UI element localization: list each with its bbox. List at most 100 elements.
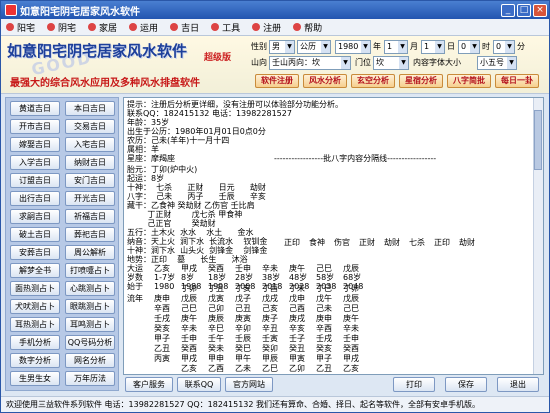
hour-select[interactable]: 0 ▼ (458, 40, 480, 54)
sidebar-item-shouji[interactable]: 手机分析 (10, 335, 60, 350)
sidebar-item-jiemeng[interactable]: 解梦全书 (10, 263, 60, 278)
fengshui-analysis-button[interactable]: 风水分析 (303, 74, 347, 88)
sidebar-item-kaishi[interactable]: 开市吉日 (10, 119, 60, 134)
sidebar-item-jiaoyi[interactable]: 交易吉日 (65, 119, 115, 134)
sidebar-item-qifu[interactable]: 祈福吉日 (65, 209, 115, 224)
close-button[interactable]: × (533, 3, 547, 17)
customer-service-button[interactable]: 客户服务 (125, 377, 173, 392)
menu-jiaju[interactable]: 家居 (83, 19, 124, 36)
sidebar-item-penti[interactable]: 打喷嚏占卜 (65, 263, 115, 278)
sidebar-item-erming[interactable]: 耳鸣测占卜 (65, 317, 115, 332)
sidebar-item-nacai[interactable]: 纳财吉日 (65, 155, 115, 170)
sidebar-item-zhougong[interactable]: 周公解析 (65, 245, 115, 260)
row-label: 大运 (127, 264, 143, 273)
exit-button[interactable]: 退出 (497, 377, 539, 392)
sidebar-item-wangming[interactable]: 网名分析 (65, 353, 115, 368)
sidebar-item-ruxue[interactable]: 入学吉日 (10, 155, 60, 170)
sidebar-item-erre[interactable]: 耳热测占卜 (10, 317, 60, 332)
contact-qq-button[interactable]: 联系QQ (177, 377, 221, 392)
chevron-down-icon: ▼ (321, 41, 330, 53)
liunian-column: 丁巳 戊午 己未 庚申 辛酉 壬戌 癸亥 甲子 乙丑 丙寅 (316, 284, 332, 373)
mountain-select[interactable]: 壬山丙向：坎 ▼ (269, 56, 351, 70)
sidebar-item-anzang[interactable]: 安葬吉日 (10, 245, 60, 260)
sidebar-item-huangdao[interactable]: 黄道吉日 (10, 101, 60, 116)
menu-jiri[interactable]: 吉日 (165, 19, 206, 36)
calendar-type-select[interactable]: 公历 ▼ (297, 40, 331, 54)
sidebar-item-ruzhai[interactable]: 入宅吉日 (65, 137, 115, 152)
menu-gongju[interactable]: 工具 (206, 19, 247, 36)
menu-label: 注册 (263, 23, 282, 34)
door-label: 门位 (355, 58, 371, 67)
chevron-down-icon: ▼ (435, 41, 444, 53)
banner-subtitle: 最强大的综合风水应用及多种风水排盘软件 (10, 78, 200, 89)
table-cell: 28岁 (235, 273, 254, 282)
sidebar-item-wannianli[interactable]: 万年历法 (65, 371, 115, 386)
menu-gongju-icon (211, 23, 220, 31)
birth-line: 出生于公历：1980年01月01日0点0分 (127, 127, 266, 136)
menu-bangzhu-icon (293, 23, 302, 31)
sidebar-item-qiusi[interactable]: 求嗣吉日 (10, 209, 60, 224)
year-select[interactable]: 1980 ▼ (335, 40, 371, 54)
menu-bangzhu[interactable]: 帮助 (288, 19, 329, 36)
menu-yangzhai[interactable]: 阳宅 (1, 19, 42, 36)
chevron-down-icon: ▼ (507, 57, 516, 69)
table-cell: 38岁 (262, 273, 281, 282)
sidebar-item-yantiao[interactable]: 眼跳测占卜 (65, 299, 115, 314)
window-title: 如意阳宅阴宅居家风水软件 (20, 6, 140, 18)
sidebar-item-chuxing[interactable]: 出行吉日 (10, 191, 60, 206)
xingxiu-analysis-button[interactable]: 星宿分析 (399, 74, 443, 88)
sidebar-item-qq[interactable]: QQ号码分析 (65, 335, 115, 350)
menu-label: 阳宅 (17, 23, 36, 34)
bazi-button[interactable]: 八字简批 (447, 74, 491, 88)
sidebar-item-quanfei[interactable]: 犬吠测占卜 (10, 299, 60, 314)
sidebar-item-jiaqu[interactable]: 嫁娶吉日 (10, 137, 60, 152)
official-website-button[interactable]: 官方网站 (225, 377, 273, 392)
dayun-tengods-row: 正印 食神 伤官 正财 劫财 七杀 正印 劫财 (284, 238, 484, 247)
canggan-line-3: 己正官 癸劫财 (127, 219, 216, 228)
sidebar-item-benri[interactable]: 本日吉日 (65, 101, 115, 116)
door-select[interactable]: 坎 ▼ (373, 56, 409, 70)
chevron-down-icon: ▼ (470, 41, 479, 53)
gender-label: 性别 (251, 42, 267, 51)
month-value: 1 (387, 42, 393, 51)
fontsize-select[interactable]: 小五号 ▼ (477, 56, 517, 70)
chevron-down-icon: ▼ (285, 41, 294, 53)
table-cell: 辛未 (262, 264, 278, 273)
sidebar-item-potu[interactable]: 破土吉日 (10, 227, 60, 242)
vertical-scrollbar[interactable] (533, 98, 543, 374)
month-select[interactable]: 1 ▼ (384, 40, 408, 54)
scrollbar-thumb[interactable] (534, 110, 542, 170)
daily-gua-button[interactable]: 每日一卦 (495, 74, 539, 88)
day-select[interactable]: 1 ▼ (421, 40, 445, 54)
print-button[interactable]: 打印 (393, 377, 435, 392)
liunian-label: 流年 (127, 294, 143, 303)
register-button[interactable]: 软件注册 (255, 74, 299, 88)
canggan-line: 藏干：乙食神 癸劫财 乙伤官 壬比肩 (127, 201, 255, 210)
sidebar-item-zangsi[interactable]: 葬祀吉日 (65, 227, 115, 242)
table-cell: 七杀 (409, 238, 425, 247)
minute-select[interactable]: 0 ▼ (493, 40, 515, 54)
sidebar-item-dingmeng[interactable]: 订盟吉日 (10, 173, 60, 188)
row-label: 始于 (127, 282, 143, 291)
year-value: 1980 (338, 42, 359, 51)
maximize-button[interactable]: □ (517, 3, 531, 17)
minimize-button[interactable]: _ (501, 3, 515, 17)
menu-yinzhai[interactable]: 阴宅 (42, 19, 83, 36)
menu-yunyong[interactable]: 运用 (124, 19, 165, 36)
result-text-area[interactable]: 提示：注册后分析更详细，没有注册可以体验部分功能分析。 联系QQ：1824151… (123, 97, 544, 375)
save-button[interactable]: 保存 (445, 377, 487, 392)
gender-select[interactable]: 男 ▼ (269, 40, 295, 54)
liunian-column: 丁卯 戊辰 己巳 庚午 辛未 壬申 癸酉 甲戌 乙亥 丙子 (181, 284, 197, 373)
table-cell: 68岁 (343, 273, 362, 282)
sidebar-item-xintiao[interactable]: 心跳测占卜 (65, 281, 115, 296)
sidebar-item-anmen[interactable]: 安门吉日 (65, 173, 115, 188)
xuankong-analysis-button[interactable]: 玄空分析 (351, 74, 395, 88)
sidebar-item-kaiguang[interactable]: 开光吉日 (65, 191, 115, 206)
sidebar-item-shuzi[interactable]: 数字分析 (10, 353, 60, 368)
menu-zhuce[interactable]: 注册 (247, 19, 288, 36)
liunian-column: 丁酉 戊戌 己亥 庚子 辛丑 壬寅 癸卯 甲辰 乙巳 丙午 (262, 284, 278, 373)
table-cell: 正财 (359, 238, 375, 247)
separator-line: -----------------批八字内容分隔线---------------… (274, 154, 437, 163)
sidebar-item-mianre[interactable]: 面热测占卜 (10, 281, 60, 296)
sidebar-item-shengnan[interactable]: 生男生女 (10, 371, 60, 386)
